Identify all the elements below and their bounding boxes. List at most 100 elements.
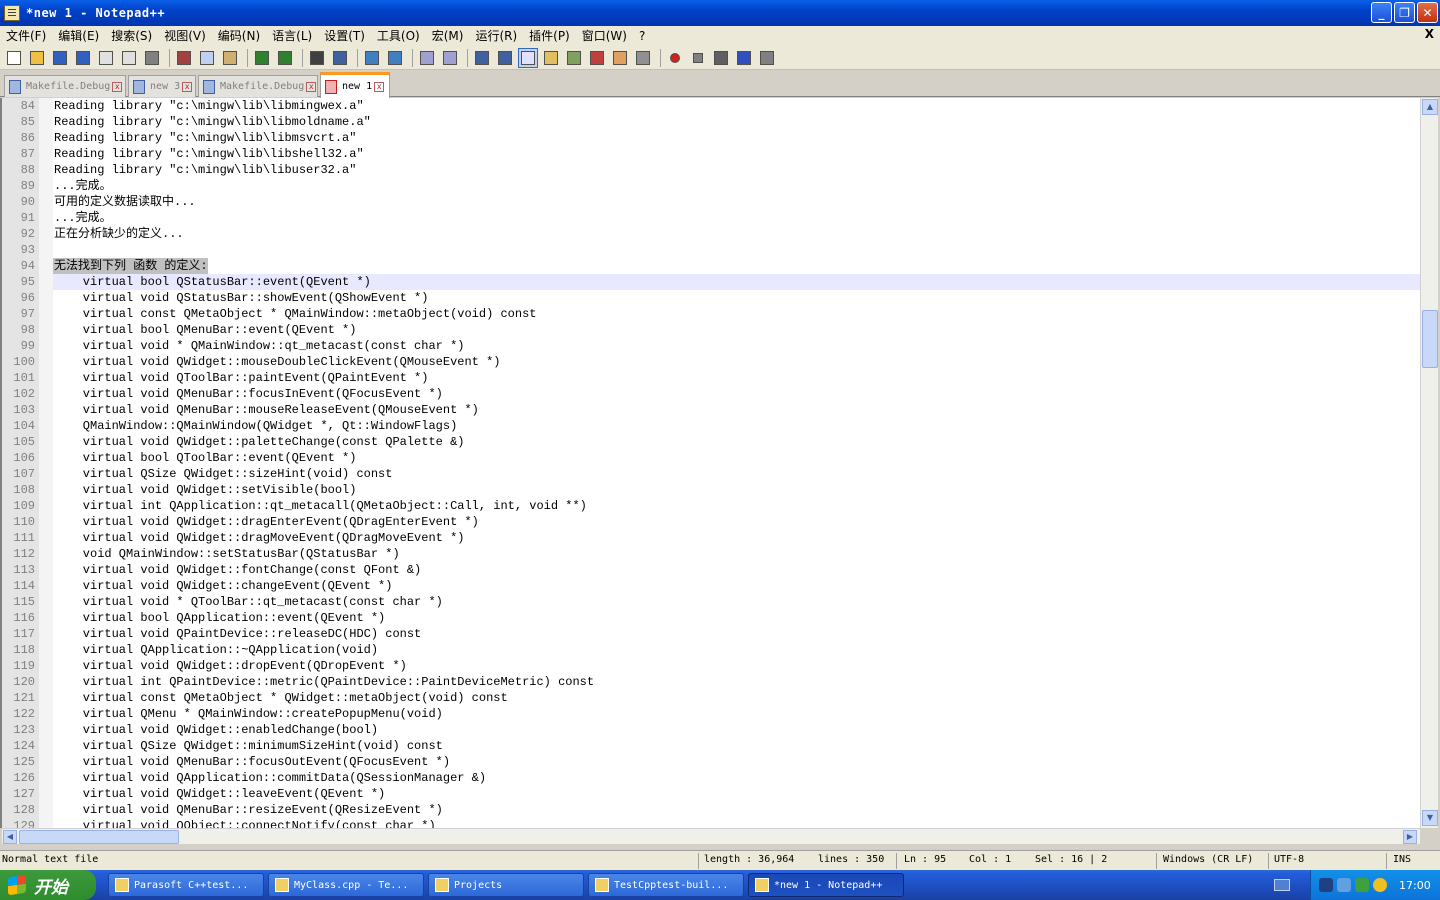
editor-line[interactable]: 100 virtual void QWidget::mouseDoubleCli… (2, 354, 1420, 370)
menu-item[interactable]: 宏(M) (426, 26, 470, 46)
tab-document[interactable]: Makefile.Debug x (198, 75, 318, 97)
function-list-button[interactable] (587, 48, 607, 68)
show-all-chars-button[interactable] (495, 48, 515, 68)
open-file-button[interactable] (27, 48, 47, 68)
editor-line[interactable]: 117 virtual void QPaintDevice::releaseDC… (2, 626, 1420, 642)
editor-line[interactable]: 88 Reading library "c:\mingw\lib\libuser3… (2, 162, 1420, 178)
editor-line[interactable]: 122 virtual QMenu * QMainWindow::createP… (2, 706, 1420, 722)
status-encoding[interactable]: UTF-8 (1274, 854, 1304, 865)
taskbar-button[interactable]: *new 1 - Notepad++ (748, 873, 904, 897)
editor-line[interactable]: 126 virtual void QApplication::commitDat… (2, 770, 1420, 786)
editor-line[interactable]: 112 void QMainWindow::setStatusBar(QStat… (2, 546, 1420, 562)
editor-line[interactable]: 114 virtual void QWidget::changeEvent(QE… (2, 578, 1420, 594)
folder-button[interactable] (610, 48, 630, 68)
taskbar-button[interactable]: MyClass.cpp - Te... (268, 873, 424, 897)
save-macro-button[interactable] (757, 48, 777, 68)
editor-line[interactable]: 110 virtual void QWidget::dragEnterEvent… (2, 514, 1420, 530)
title-bar[interactable]: *new 1 - Notepad++ _ ❐ ✕ (0, 0, 1440, 26)
status-insert-mode[interactable]: INS (1393, 854, 1411, 865)
save-button[interactable] (50, 48, 70, 68)
tab-close-icon[interactable]: x (374, 81, 385, 92)
editor-line[interactable]: 128 virtual void QMenuBar::resizeEvent(Q… (2, 802, 1420, 818)
editor-line[interactable]: 99 virtual void * QMainWindow::qt_metaca… (2, 338, 1420, 354)
editor-line[interactable]: 119 virtual void QWidget::dropEvent(QDro… (2, 658, 1420, 674)
menu-item[interactable]: 设置(T) (318, 26, 371, 46)
close-window-button[interactable]: ✕ (1417, 2, 1438, 23)
zoom-out-button[interactable] (385, 48, 405, 68)
sync-v-button[interactable] (417, 48, 437, 68)
menu-item[interactable]: 搜索(S) (105, 26, 158, 46)
vm-icon[interactable] (1319, 878, 1333, 892)
new-file-button[interactable] (4, 48, 24, 68)
clock[interactable]: 17:00 (1399, 879, 1431, 892)
find-button[interactable] (307, 48, 327, 68)
copy-button[interactable] (197, 48, 217, 68)
menu-item[interactable]: 语言(L) (266, 26, 318, 46)
status-eol[interactable]: Windows (CR LF) (1163, 854, 1253, 865)
editor-line[interactable]: 118 virtual QApplication::~QApplication(… (2, 642, 1420, 658)
user-lang-button[interactable] (541, 48, 561, 68)
menu-item[interactable]: 工具(O) (371, 26, 426, 46)
menu-close-document-button[interactable]: X (1425, 27, 1434, 41)
editor-line[interactable]: 123 virtual void QWidget::enabledChange(… (2, 722, 1420, 738)
editor-line[interactable]: 94 无法找到下列 函数 的定义: (2, 258, 1420, 274)
editor-line[interactable]: 124 virtual QSize QWidget::minimumSizeHi… (2, 738, 1420, 754)
zoom-in-button[interactable] (362, 48, 382, 68)
menu-item[interactable]: 文件(F) (0, 26, 52, 46)
menu-item[interactable]: ? (633, 26, 651, 46)
taskbar-button[interactable]: Projects (428, 873, 584, 897)
tab-document[interactable]: new 3x (128, 75, 196, 97)
editor-line[interactable]: 95 virtual bool QStatusBar::event(QEvent… (2, 274, 1420, 290)
tab-close-icon[interactable]: x (112, 81, 123, 92)
editor-line[interactable]: 109 virtual int QApplication::qt_metacal… (2, 498, 1420, 514)
record-macro-button[interactable] (665, 48, 685, 68)
menu-item[interactable]: 编辑(E) (52, 26, 105, 46)
editor-line[interactable]: 98 virtual bool QMenuBar::event(QEvent *… (2, 322, 1420, 338)
vertical-scroll-thumb[interactable] (1422, 310, 1438, 368)
sync-h-button[interactable] (440, 48, 460, 68)
editor-line[interactable]: 108 virtual void QWidget::setVisible(boo… (2, 482, 1420, 498)
tab-close-icon[interactable]: x (182, 81, 193, 92)
menu-item[interactable]: 编码(N) (212, 26, 266, 46)
update-icon[interactable] (1373, 878, 1387, 892)
editor-line[interactable]: 106 virtual bool QToolBar::event(QEvent … (2, 450, 1420, 466)
tab-document[interactable]: Makefile.Debug x (4, 75, 126, 97)
run-macro-multiple-button[interactable] (734, 48, 754, 68)
editor-line[interactable]: 129 virtual void QObject::connectNotify(… (2, 818, 1420, 828)
editor-line[interactable]: 93 (2, 242, 1420, 258)
close-button[interactable] (96, 48, 116, 68)
editor-line[interactable]: 105 virtual void QWidget::paletteChange(… (2, 434, 1420, 450)
menu-item[interactable]: 视图(V) (158, 26, 212, 46)
redo-button[interactable] (275, 48, 295, 68)
editor-line[interactable]: 96 virtual void QStatusBar::showEvent(QS… (2, 290, 1420, 306)
save-all-button[interactable] (73, 48, 93, 68)
sync-icon[interactable] (1355, 878, 1369, 892)
stop-macro-button[interactable] (688, 48, 708, 68)
editor-line[interactable]: 104 QMainWindow::QMainWindow(QWidget *, … (2, 418, 1420, 434)
editor-line[interactable]: 121 virtual const QMetaObject * QWidget:… (2, 690, 1420, 706)
keyboard-icon[interactable] (1274, 879, 1290, 891)
editor-line[interactable]: 127 virtual void QWidget::leaveEvent(QEv… (2, 786, 1420, 802)
editor-line[interactable]: 85 Reading library "c:\mingw\lib\libmoldn… (2, 114, 1420, 130)
close-all-button[interactable] (119, 48, 139, 68)
tab-close-icon[interactable]: x (306, 81, 317, 92)
editor-line[interactable]: 97 virtual const QMetaObject * QMainWind… (2, 306, 1420, 322)
monitor-button[interactable] (633, 48, 653, 68)
taskbar-button[interactable]: Parasoft C++test... (108, 873, 264, 897)
replace-button[interactable] (330, 48, 350, 68)
scroll-left-button[interactable]: ◀ (3, 830, 17, 844)
editor-line[interactable]: 91 ...完成。 (2, 210, 1420, 226)
editor-line[interactable]: 120 virtual int QPaintDevice::metric(QPa… (2, 674, 1420, 690)
menu-item[interactable]: 窗口(W) (576, 26, 633, 46)
horizontal-scroll-thumb[interactable] (19, 830, 179, 844)
cut-button[interactable] (174, 48, 194, 68)
editor-line[interactable]: 103 virtual void QMenuBar::mouseReleaseE… (2, 402, 1420, 418)
editor-line[interactable]: 86 Reading library "c:\mingw\lib\libmsvcr… (2, 130, 1420, 146)
vertical-scrollbar[interactable]: ▲ ▼ (1420, 98, 1438, 828)
menu-item[interactable]: 运行(R) (469, 26, 523, 46)
editor-line[interactable]: 92 正在分析缺少的定义... (2, 226, 1420, 242)
print-button[interactable] (142, 48, 162, 68)
editor-line[interactable]: 111 virtual void QWidget::dragMoveEvent(… (2, 530, 1420, 546)
taskbar-button[interactable]: TestCpptest-buil... (588, 873, 744, 897)
editor-line[interactable]: 90 可用的定义数据读取中... (2, 194, 1420, 210)
